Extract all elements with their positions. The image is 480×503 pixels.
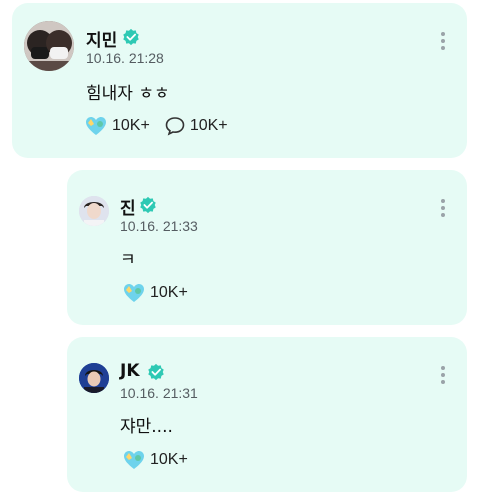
comment-actions: 10K+ [122,449,202,471]
comment-card[interactable]: 지민 10.16. 21:28 힘내자 ㅎㅎ 10K+ 10K+ [12,3,467,158]
vertical-dots-icon [440,32,446,50]
verified-badge-icon [148,363,164,381]
comment-card[interactable]: 진 10.16. 21:33 ㅋ 10K+ [67,170,467,325]
speech-bubble-icon [165,117,185,136]
more-options-button[interactable] [440,366,446,388]
like-count: 10K+ [150,451,188,468]
author-name[interactable]: 지민 [86,26,117,51]
comment-card[interactable]: JK 10.16. 21:31 쟈만.... 10K+ [67,337,467,492]
timestamp: 10.16. 21:31 [120,385,198,401]
comment-text: ㅋ [120,250,136,270]
vertical-dots-icon [440,366,446,384]
like-button[interactable]: 10K+ [84,115,150,137]
reply-button[interactable]: 10K+ [164,116,228,136]
comment-text: 쟈만.... [120,417,173,437]
avatar[interactable] [79,196,109,226]
verified-badge-icon [123,28,139,46]
comment-text: 힘내자 ㅎㅎ [86,84,170,104]
like-button[interactable]: 10K+ [122,282,188,304]
author-name[interactable]: JK [120,361,140,381]
more-options-button[interactable] [440,199,446,221]
heart-sticker-icon [124,284,144,302]
reply-count: 10K+ [189,117,228,134]
heart-sticker-icon [86,117,106,135]
avatar[interactable] [79,363,109,393]
timestamp: 10.16. 21:28 [86,50,164,66]
like-button[interactable]: 10K+ [122,449,188,471]
avatar[interactable] [24,21,74,71]
heart-sticker-icon [124,451,144,469]
comment-actions: 10K+ [122,282,202,304]
comment-actions: 10K+ 10K+ [84,115,242,137]
verified-badge-icon [140,196,156,214]
author-name[interactable]: 진 [120,194,136,219]
vertical-dots-icon [440,199,446,217]
more-options-button[interactable] [440,32,446,54]
like-count: 10K+ [112,117,150,134]
timestamp: 10.16. 21:33 [120,218,198,234]
like-count: 10K+ [150,284,188,301]
